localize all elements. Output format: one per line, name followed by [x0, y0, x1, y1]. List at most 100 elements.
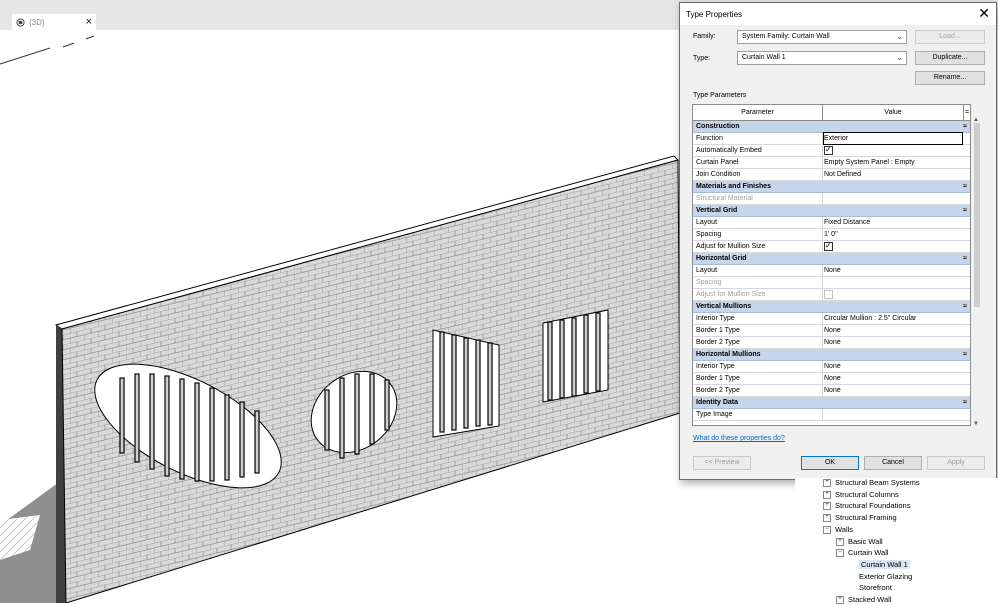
- parameter-row[interactable]: Spacing: [693, 277, 970, 289]
- scrollbar-thumb[interactable]: [974, 123, 980, 307]
- parameter-row[interactable]: Automatically Embed: [693, 144, 970, 157]
- expand-icon[interactable]: +: [836, 537, 844, 546]
- collapse-icon[interactable]: ≈: [963, 121, 967, 132]
- collapse-icon[interactable]: ≈: [963, 253, 967, 264]
- parameter-value[interactable]: None: [824, 265, 962, 276]
- parameter-row[interactable]: Layout None: [693, 265, 970, 277]
- tree-item[interactable]: − Curtain Wall: [836, 548, 889, 558]
- column-separator: [822, 169, 823, 180]
- column-separator: [822, 289, 823, 300]
- apply-button[interactable]: Apply: [927, 456, 985, 470]
- tree-item[interactable]: + Structural Foundations: [823, 501, 910, 511]
- rename-button[interactable]: Rename...: [915, 71, 985, 85]
- type-label: Type:: [693, 55, 711, 62]
- close-icon[interactable]: ✕: [978, 6, 990, 20]
- parameter-name: Function: [696, 135, 723, 142]
- tree-item[interactable]: + Structural Framing: [823, 513, 897, 523]
- chevron-down-icon: ⌄: [896, 32, 903, 41]
- expand-icon[interactable]: +: [823, 479, 831, 488]
- parameter-value[interactable]: None: [824, 385, 962, 396]
- load-button[interactable]: Load...: [915, 30, 985, 44]
- scroll-down-icon[interactable]: ▼: [973, 421, 979, 427]
- parameter-group-header[interactable]: Vertical Mullions ≈: [693, 301, 970, 313]
- parameter-value[interactable]: Fixed Distance: [824, 217, 962, 228]
- parameter-value[interactable]: 1' 0": [824, 229, 962, 240]
- preview-button[interactable]: << Preview: [693, 456, 751, 470]
- parameter-value[interactable]: None: [824, 325, 962, 336]
- parameter-row[interactable]: Border 2 Type None: [693, 337, 970, 349]
- parameter-value[interactable]: Empty System Panel : Empty: [824, 157, 962, 168]
- tab-3d-view[interactable]: {3D} ×: [12, 14, 96, 30]
- collapse-icon[interactable]: ≈: [963, 349, 967, 360]
- tree-item-label: Curtain Wall: [848, 548, 889, 558]
- type-parameters-label: Type Parameters: [693, 92, 747, 99]
- column-separator: [822, 337, 823, 348]
- parameter-group-header[interactable]: Horizontal Mullions ≈: [693, 349, 970, 361]
- parameter-row[interactable]: Interior Type None: [693, 361, 970, 373]
- parameter-group-header[interactable]: Construction ≈: [693, 121, 970, 133]
- parameter-value[interactable]: Not Defined: [824, 169, 962, 180]
- parameter-row[interactable]: Interior Type Circular Mullion : 2.5" Cir…: [693, 313, 970, 325]
- type-value: Curtain Wall 1: [742, 54, 786, 61]
- column-separator: [822, 277, 823, 288]
- tree-item[interactable]: + Structural Beam Systems: [823, 478, 920, 488]
- tree-item[interactable]: − Walls: [823, 525, 853, 534]
- tree-item[interactable]: + Structural Columns: [823, 490, 899, 499]
- parameter-row[interactable]: Border 2 Type None: [693, 385, 970, 397]
- expand-icon[interactable]: +: [823, 514, 831, 523]
- parameter-row[interactable]: Curtain Panel Empty System Panel : Empty: [693, 157, 970, 169]
- parameter-group-header[interactable]: Identity Data ≈: [693, 397, 970, 409]
- column-separator: [822, 145, 823, 156]
- help-link[interactable]: What do these properties do?: [693, 435, 785, 442]
- tree-item-label: Structural Framing: [835, 513, 897, 523]
- ok-button[interactable]: OK: [801, 456, 859, 470]
- parameter-row[interactable]: Border 1 Type None: [693, 325, 970, 337]
- collapse-icon[interactable]: ≈: [963, 301, 967, 312]
- type-select[interactable]: Curtain Wall 1 ⌄: [737, 51, 907, 65]
- column-header-value[interactable]: Value: [823, 105, 964, 120]
- parameter-row[interactable]: Structural Material: [693, 193, 970, 205]
- tree-item[interactable]: Exterior Glazing: [849, 572, 912, 581]
- checkbox[interactable]: [824, 144, 833, 155]
- tree-item[interactable]: Storefront: [849, 583, 892, 592]
- parameter-value[interactable]: None: [824, 337, 962, 348]
- collapse-icon[interactable]: −: [836, 549, 844, 558]
- tree-item[interactable]: Curtain Wall 1: [849, 559, 910, 569]
- parameter-value[interactable]: Circular Mullion : 2.5" Circular: [824, 313, 962, 324]
- parameter-group-header[interactable]: Horizontal Grid ≈: [693, 253, 970, 265]
- expand-icon[interactable]: +: [823, 490, 831, 499]
- parameter-value[interactable]: None: [824, 361, 962, 372]
- checkbox[interactable]: [824, 240, 833, 251]
- parameter-name: Join Condition: [696, 171, 741, 178]
- collapse-icon[interactable]: ≈: [963, 397, 967, 408]
- parameter-row[interactable]: Layout Fixed Distance: [693, 217, 970, 229]
- checkbox[interactable]: [824, 290, 833, 299]
- family-select[interactable]: System Family: Curtain Wall ⌄: [737, 30, 907, 44]
- parameter-group-header[interactable]: Materials and Finishes ≈: [693, 181, 970, 193]
- parameter-row[interactable]: Join Condition Not Defined: [693, 169, 970, 181]
- collapse-icon[interactable]: ≈: [963, 205, 967, 216]
- duplicate-button[interactable]: Duplicate...: [915, 51, 985, 65]
- column-separator: [822, 265, 823, 276]
- tree-item[interactable]: + Basic Wall: [836, 537, 883, 546]
- parameter-group-header[interactable]: Vertical Grid ≈: [693, 205, 970, 217]
- parameter-row[interactable]: Border 1 Type None: [693, 373, 970, 385]
- parameter-name: Curtain Panel: [696, 159, 739, 166]
- parameter-row[interactable]: Adjust for Mullion Size: [693, 289, 970, 301]
- column-header-parameter[interactable]: Parameter: [693, 105, 823, 120]
- collapse-icon[interactable]: −: [823, 525, 831, 534]
- parameter-row[interactable]: Type Image: [693, 409, 970, 421]
- cancel-button[interactable]: Cancel: [864, 456, 922, 470]
- column-header-formula: =: [964, 109, 970, 116]
- dialog-titlebar[interactable]: Type Properties ✕: [680, 3, 996, 25]
- column-separator: [822, 361, 823, 372]
- grid-scrollbar[interactable]: ▲ ▼: [972, 117, 982, 427]
- collapse-icon[interactable]: ≈: [963, 181, 967, 192]
- parameter-name: Adjust for Mullion Size: [696, 243, 766, 250]
- tab-close-icon[interactable]: ×: [86, 16, 92, 28]
- column-separator: [822, 385, 823, 396]
- expand-icon[interactable]: +: [823, 502, 831, 511]
- parameter-value[interactable]: None: [824, 373, 962, 384]
- parameter-value[interactable]: Exterior: [823, 132, 963, 145]
- parameter-row[interactable]: Adjust for Mullion Size: [693, 240, 970, 253]
